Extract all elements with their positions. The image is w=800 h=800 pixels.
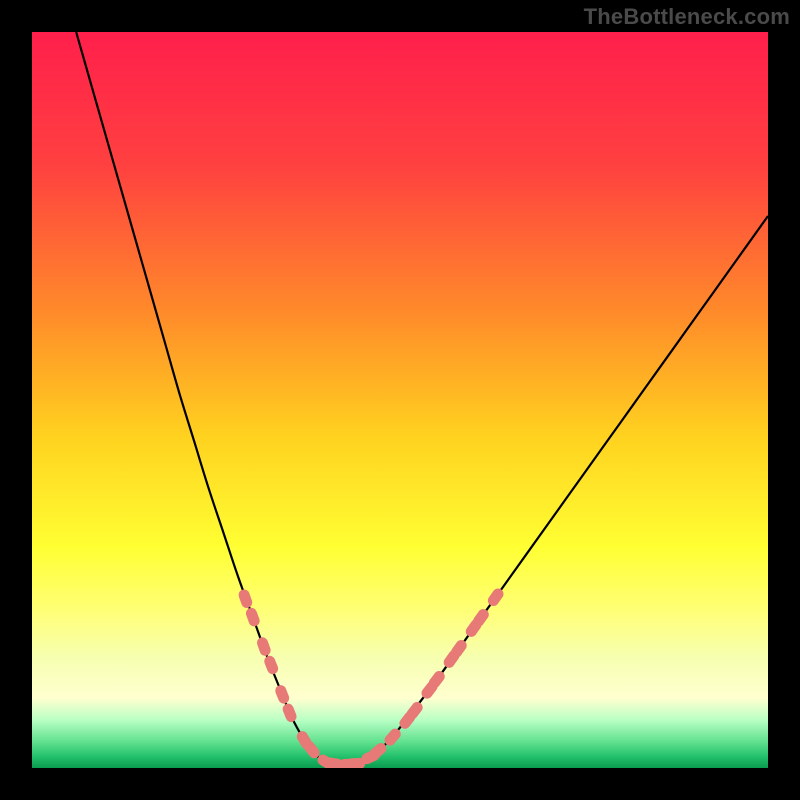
gradient-background (32, 32, 768, 768)
plot-svg (32, 32, 768, 768)
chart-frame: TheBottleneck.com (0, 0, 800, 800)
watermark-label: TheBottleneck.com (584, 4, 790, 30)
plot-area (32, 32, 768, 768)
